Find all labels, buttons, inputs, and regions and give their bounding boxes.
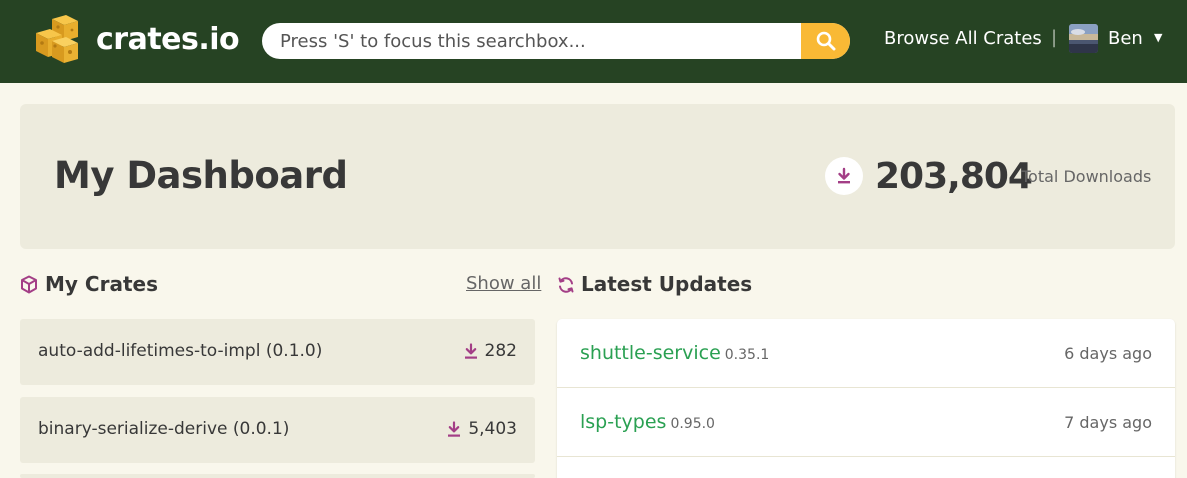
list-item[interactable]: auto-add-lifetimes-to-impl (0.1.0) 282 [20,319,535,385]
page-title: My Dashboard [54,154,348,197]
download-count: 282 [484,341,517,361]
browse-all-crates-link[interactable]: Browse All Crates [884,26,1042,52]
search-box [262,23,850,59]
chevron-down-icon[interactable]: ▼ [1154,30,1162,46]
total-downloads-count: 203,804 [875,156,1033,197]
download-icon [448,420,461,437]
update-crate-version: 0.95.0 [670,416,715,432]
refresh-icon [557,276,575,298]
search-button[interactable] [801,23,850,59]
my-crates-heading: My Crates [45,272,158,296]
update-crate-version: 0.35.1 [724,347,770,363]
crate-downloads: 5,403 [446,417,517,441]
update-crate-name[interactable]: lsp-types [580,411,666,433]
avatar[interactable] [1069,24,1098,53]
table-row: lsp-types 0.95.0 7 days ago [557,388,1175,457]
list-item[interactable]: binary-serialize-derive (0.0.1) 5,403 [20,397,535,463]
search-icon [816,31,835,51]
update-crate-link[interactable]: shuttle-service 0.35.1 [580,340,769,368]
dashboard-header: My Dashboard 203,804 Total Downloads [20,104,1175,249]
crate-downloads: 282 [463,339,517,363]
total-downloads-label: Total Downloads [1021,167,1152,186]
latest-updates-list: shuttle-service 0.35.1 6 days ago lsp-typ… [557,319,1175,478]
box-icon [20,275,38,298]
download-icon [825,157,863,195]
list-item[interactable] [20,474,535,478]
crate-name[interactable]: binary-serialize-derive (0.0.1) [38,417,289,441]
download-icon [464,342,477,359]
update-time: 6 days ago [1064,344,1152,363]
site-header: crates.io Browse All Crates | Ben ▼ [0,0,1187,83]
brand-name[interactable]: crates.io [96,20,240,60]
nav-separator: | [1051,27,1058,48]
search-input[interactable] [262,23,802,59]
latest-updates-heading: Latest Updates [581,272,753,296]
update-crate-name[interactable]: shuttle-service [580,342,721,364]
show-all-link[interactable]: Show all [466,272,541,296]
update-crate-link[interactable]: lsp-types 0.95.0 [580,409,715,437]
crate-name[interactable]: auto-add-lifetimes-to-impl (0.1.0) [38,339,322,363]
crates-cube-logo-icon[interactable] [30,15,82,65]
update-time: 7 days ago [1064,413,1152,432]
user-menu-name[interactable]: Ben [1108,26,1143,52]
table-row: shuttle-service 0.35.1 6 days ago [557,319,1175,388]
download-count: 5,403 [468,419,517,439]
